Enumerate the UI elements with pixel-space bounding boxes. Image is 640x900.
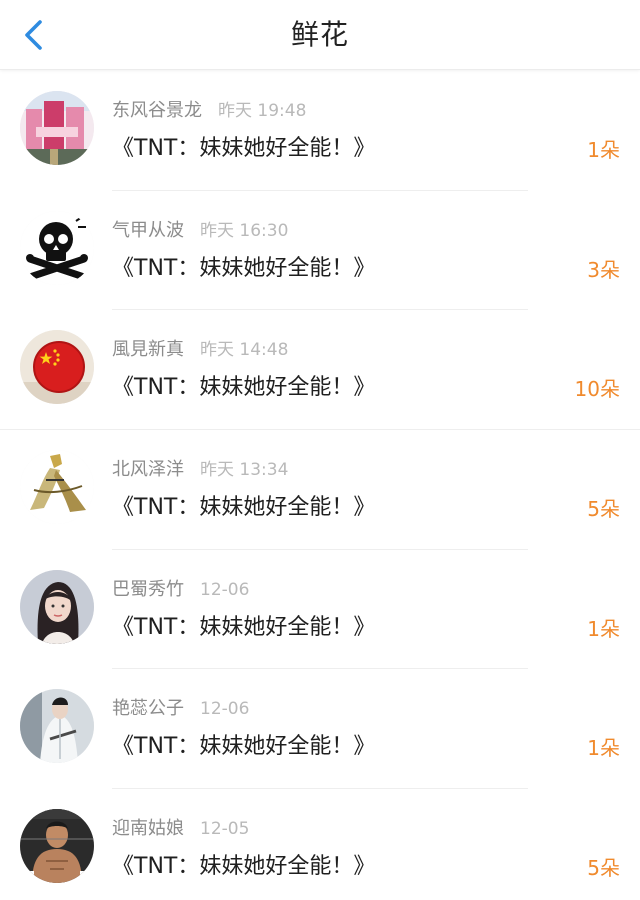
avatar-image bbox=[20, 330, 94, 405]
avatar[interactable] bbox=[20, 450, 94, 525]
flower-count: 1朵 bbox=[587, 736, 620, 761]
book-title[interactable]: 《TNT：妹妹她好全能！》 bbox=[112, 492, 375, 524]
username[interactable]: 东风谷景龙 bbox=[112, 100, 202, 121]
timestamp: 12-06 bbox=[200, 699, 250, 720]
list-item[interactable]: 北风泽洋 昨天 13:34 《TNT：妹妹她好全能！》 5朵 bbox=[0, 430, 640, 550]
avatar[interactable] bbox=[20, 330, 94, 405]
username[interactable]: 巴蜀秀竹 bbox=[112, 579, 184, 600]
avatar-image bbox=[20, 689, 94, 764]
avatar[interactable] bbox=[20, 809, 94, 884]
page-title: 鲜花 bbox=[290, 18, 349, 51]
avatar[interactable] bbox=[20, 210, 94, 285]
username[interactable]: 北风泽洋 bbox=[112, 459, 184, 480]
timestamp: 昨天 13:34 bbox=[200, 460, 289, 481]
book-title[interactable]: 《TNT：妹妹她好全能！》 bbox=[112, 133, 375, 165]
book-title[interactable]: 《TNT：妹妹她好全能！》 bbox=[112, 612, 375, 644]
timestamp: 12-05 bbox=[200, 819, 250, 840]
timestamp: 昨天 16:30 bbox=[200, 220, 289, 241]
avatar[interactable] bbox=[20, 91, 94, 165]
username[interactable]: 風見新真 bbox=[112, 339, 184, 360]
flower-count: 5朵 bbox=[587, 856, 620, 881]
username[interactable]: 迎南姑娘 bbox=[112, 818, 184, 839]
username[interactable]: 艳蕊公子 bbox=[112, 698, 184, 719]
flower-count: 1朵 bbox=[587, 616, 620, 641]
flower-count: 5朵 bbox=[587, 497, 620, 522]
book-title[interactable]: 《TNT：妹妹她好全能！》 bbox=[112, 253, 375, 285]
list-item[interactable]: 气甲从波 昨天 16:30 《TNT：妹妹她好全能！》 3朵 bbox=[0, 190, 640, 311]
avatar[interactable] bbox=[20, 689, 94, 764]
top-bar: 鲜花 bbox=[0, 0, 640, 70]
avatar-image bbox=[20, 569, 94, 644]
flower-count: 1朵 bbox=[587, 138, 620, 162]
username[interactable]: 气甲从波 bbox=[112, 220, 184, 241]
flowers-screen: 鲜花 东风谷景龙 昨天 19:48 《TNT：妹妹她好全能！》 1朵 气甲从波 … bbox=[0, 0, 640, 900]
list-item[interactable]: 艳蕊公子 12-06 《TNT：妹妹她好全能！》 1朵 bbox=[0, 669, 640, 790]
avatar[interactable] bbox=[20, 569, 94, 644]
avatar-image bbox=[20, 450, 94, 525]
book-title[interactable]: 《TNT：妹妹她好全能！》 bbox=[112, 731, 375, 763]
list-item[interactable]: 巴蜀秀竹 12-06 《TNT：妹妹她好全能！》 1朵 bbox=[0, 549, 640, 670]
timestamp: 昨天 19:48 bbox=[218, 101, 307, 121]
book-title[interactable]: 《TNT：妹妹她好全能！》 bbox=[112, 851, 375, 883]
timestamp: 昨天 14:48 bbox=[200, 340, 289, 361]
list-item[interactable]: 迎南姑娘 12-05 《TNT：妹妹她好全能！》 5朵 bbox=[0, 789, 640, 900]
timestamp: 12-06 bbox=[200, 579, 250, 600]
list-item[interactable]: 东风谷景龙 昨天 19:48 《TNT：妹妹她好全能！》 1朵 bbox=[0, 71, 640, 191]
avatar-image bbox=[20, 91, 94, 165]
avatar-image bbox=[20, 809, 94, 884]
flower-gift-list: 东风谷景龙 昨天 19:48 《TNT：妹妹她好全能！》 1朵 气甲从波 昨天 … bbox=[0, 71, 640, 900]
flower-count: 10朵 bbox=[574, 377, 620, 402]
list-item[interactable]: 風見新真 昨天 14:48 《TNT：妹妹她好全能！》 10朵 bbox=[0, 310, 640, 431]
avatar-image bbox=[20, 210, 94, 285]
book-title[interactable]: 《TNT：妹妹她好全能！》 bbox=[112, 372, 375, 404]
flower-count: 3朵 bbox=[587, 257, 620, 282]
